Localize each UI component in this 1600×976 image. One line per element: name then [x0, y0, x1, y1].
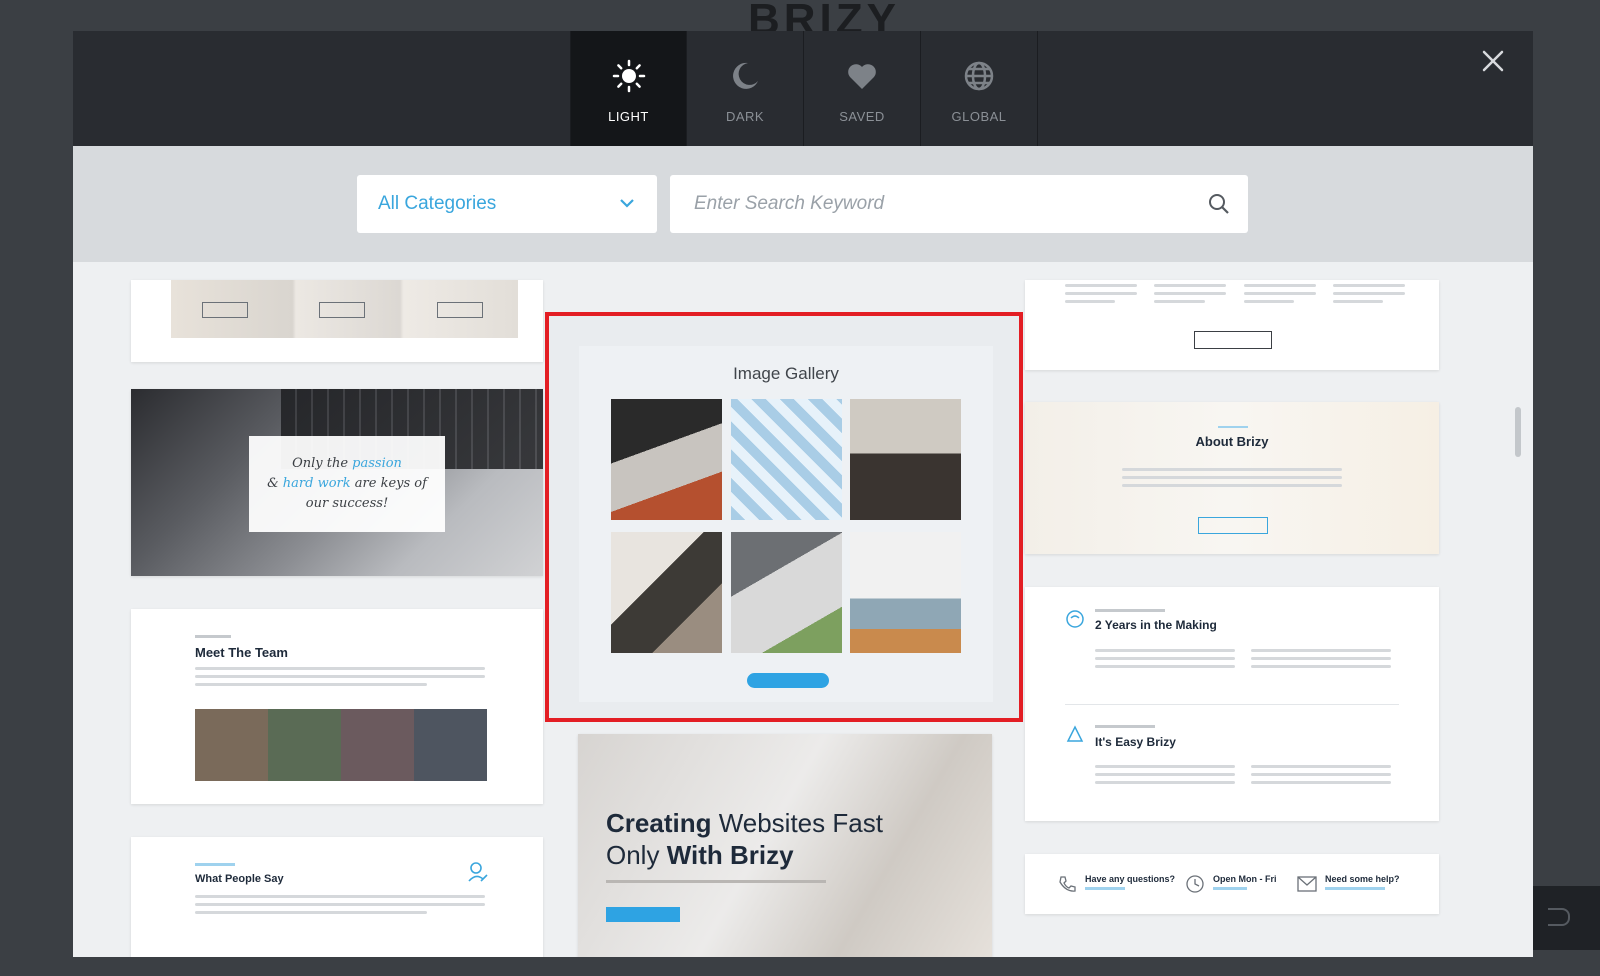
- quote-box: Only the passion & hard work are keys of…: [249, 436, 445, 532]
- phone-icon: [1059, 876, 1076, 892]
- template-library-modal: LIGHT DARK SAVED GLOBAL All Categories E…: [73, 31, 1533, 957]
- selected-template-highlight[interactable]: Image Gallery: [545, 312, 1023, 722]
- quote-text: Only the passion & hard work are keys of…: [267, 456, 427, 511]
- tools-icon: [1066, 725, 1084, 742]
- filter-toolbar: All Categories: [73, 146, 1533, 262]
- gallery-image-5: [731, 532, 842, 653]
- theme-tabs: LIGHT DARK SAVED GLOBAL: [570, 31, 1038, 146]
- tab-global-label: GLOBAL: [951, 109, 1007, 124]
- template-card-hero[interactable]: Creating Websites Fast Only With Brizy: [578, 734, 992, 957]
- category-dropdown[interactable]: All Categories: [357, 175, 657, 233]
- team-photos: [195, 709, 487, 781]
- hero-title: Creating Websites Fast Only With Brizy: [606, 808, 883, 870]
- contact-item-2: Open Mon - Fri: [1213, 874, 1277, 884]
- search-input[interactable]: [670, 175, 1190, 233]
- template-card-quote[interactable]: Only the passion & hard work are keys of…: [131, 389, 543, 576]
- pricing-button: [1194, 331, 1272, 349]
- template-card-image-gallery[interactable]: Image Gallery: [579, 346, 993, 702]
- template-card-testimonials[interactable]: What People Say: [131, 837, 543, 957]
- contact-item-3: Need some help?: [1325, 874, 1400, 884]
- tab-light-label: LIGHT: [608, 109, 649, 124]
- gallery-image-2: [731, 399, 842, 520]
- tab-global[interactable]: GLOBAL: [921, 31, 1038, 146]
- gallery-view-button: [747, 673, 829, 688]
- gallery-image-6: [850, 532, 961, 653]
- heart-icon: [848, 64, 876, 89]
- tab-saved-label: SAVED: [839, 109, 885, 124]
- template-card-features[interactable]: 2 Years in the Making It's Easy Brizy: [1025, 587, 1439, 821]
- gallery-image-3: [850, 399, 961, 520]
- template-card-about[interactable]: About Brizy: [1025, 402, 1439, 554]
- template-card-features-strip[interactable]: [131, 280, 543, 362]
- globe-icon: [964, 61, 994, 91]
- tab-saved[interactable]: SAVED: [804, 31, 921, 146]
- user-edit-icon: [468, 862, 488, 882]
- feature-title-1: 2 Years in the Making: [1095, 618, 1217, 632]
- feature-title-2: It's Easy Brizy: [1095, 735, 1176, 749]
- team-title: Meet The Team: [195, 645, 288, 660]
- template-card-contact[interactable]: Have any questions? Open Mon - Fri Need …: [1025, 854, 1439, 914]
- gallery-title: Image Gallery: [733, 364, 839, 383]
- category-dropdown-value: All Categories: [378, 193, 497, 214]
- gallery-image-4: [611, 532, 722, 653]
- chevron-down-icon: [620, 199, 634, 208]
- about-button: [1198, 517, 1268, 534]
- clock-icon: [1186, 875, 1204, 893]
- hero-button: [606, 907, 680, 922]
- mail-icon: [1297, 876, 1317, 892]
- strip-button-1: [202, 302, 248, 318]
- strip-button-3: [437, 302, 483, 318]
- template-card-team[interactable]: Meet The Team: [131, 609, 543, 804]
- chat-icon: [1066, 610, 1084, 628]
- contact-item-1: Have any questions?: [1085, 874, 1176, 884]
- search-box: [670, 175, 1248, 233]
- strip-button-2: [319, 302, 365, 318]
- tab-dark[interactable]: DARK: [687, 31, 804, 146]
- tab-dark-label: DARK: [725, 109, 765, 124]
- testimonials-title: What People Say: [195, 873, 284, 885]
- templates-grid: Only the passion & hard work are keys of…: [73, 262, 1533, 957]
- close-icon[interactable]: [1481, 49, 1505, 73]
- gallery-image-1: [611, 399, 722, 520]
- moon-icon: [733, 62, 758, 89]
- template-card-pricing[interactable]: [1025, 280, 1439, 370]
- undo-icon: [1548, 908, 1570, 926]
- content-scrollbar[interactable]: [1515, 407, 1521, 457]
- sun-icon: [612, 59, 645, 93]
- background-brand-logo: BRIZY: [748, 0, 900, 32]
- search-icon[interactable]: [1208, 193, 1230, 215]
- about-title: About Brizy: [1195, 434, 1269, 449]
- modal-header: LIGHT DARK SAVED GLOBAL: [73, 31, 1533, 146]
- tab-light[interactable]: LIGHT: [570, 31, 687, 146]
